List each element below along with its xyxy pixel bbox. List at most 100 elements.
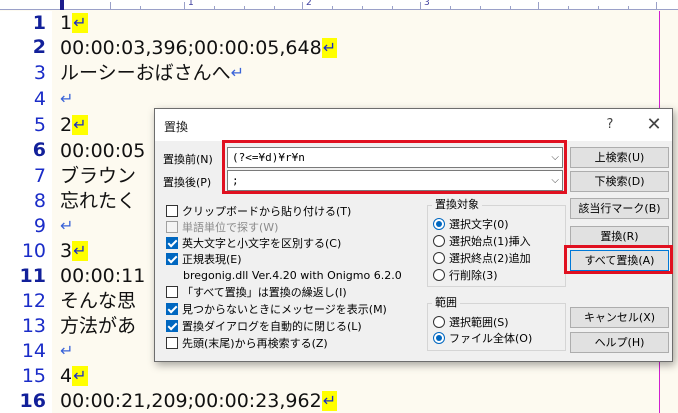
line-number: 7 — [33, 165, 46, 187]
line-text: 忘れたく — [60, 190, 137, 212]
line-number: 5 — [33, 114, 46, 136]
eol-mark: ↵ — [321, 391, 338, 411]
checkbox-label: 正規表現(E) — [182, 253, 242, 266]
close-icon[interactable]: ✕ — [644, 115, 664, 135]
text-line[interactable]: 00:00:05 — [60, 139, 145, 163]
radio-dot[interactable] — [433, 235, 445, 247]
help-icon[interactable]: ? — [601, 116, 619, 134]
ruler-tick — [244, 6, 245, 10]
checkbox-auto-close[interactable]: 置換ダイアログを自動的に閉じる(L) — [166, 320, 362, 334]
line-text: そんな思 — [60, 290, 137, 312]
text-line[interactable]: 2↵ — [60, 113, 88, 137]
line-number: 10 — [21, 240, 46, 262]
line-number: 1 — [32, 12, 46, 34]
radio-insert-start[interactable]: 選択始点(1)挿入 — [433, 235, 531, 249]
line-text: 方法があ — [60, 315, 137, 337]
mark-lines-button[interactable]: 該当行マーク(B) — [570, 198, 669, 219]
checkbox-label: 「すべて置換」は置換の繰返し(I) — [182, 286, 347, 299]
line-number: 4 — [33, 88, 46, 110]
replace-button[interactable]: 置換(R) — [570, 226, 669, 247]
checkbox-match-case[interactable]: 英大文字と小文字を区別する(C) — [166, 237, 341, 251]
line-number: 16 — [19, 390, 46, 412]
checkbox-label: 置換ダイアログを自動的に閉じる(L) — [182, 320, 362, 333]
dialog-titlebar[interactable]: 置換 ? ✕ — [155, 109, 672, 141]
range-label: 範囲 — [432, 297, 460, 309]
text-line[interactable]: 忘れたく — [60, 189, 136, 213]
checkbox-whole-word: 単語単位で探す(W) — [166, 221, 278, 235]
text-line[interactable]: ↵ — [60, 214, 73, 238]
line-number: 8 — [33, 190, 46, 212]
radio-append-end[interactable]: 選択終点(2)追加 — [433, 252, 531, 266]
cancel-button[interactable]: キャンセル(X) — [570, 307, 669, 328]
radio-selected-text[interactable]: 選択文字(0) — [433, 218, 509, 232]
radio-dot[interactable] — [433, 218, 445, 230]
radio-label: 選択範囲(S) — [449, 316, 509, 329]
text-line[interactable]: 3↵ — [60, 239, 88, 263]
radio-delete-line[interactable]: 行削除(3) — [433, 269, 498, 283]
ruler-tick — [184, 2, 185, 10]
search-up-button[interactable]: 上検索(U) — [570, 147, 669, 168]
ruler-tick — [274, 6, 275, 10]
line-number: 14 — [21, 340, 46, 362]
search-down-button[interactable]: 下検索(D) — [570, 171, 669, 192]
text-line[interactable]: 00:00:11 — [60, 264, 145, 288]
line-number: 6 — [32, 139, 46, 161]
radio-selection-range[interactable]: 選択範囲(S) — [433, 316, 509, 330]
ruler-tick — [302, 2, 303, 10]
text-line[interactable]: ルーシーおばさんへ↵ — [60, 61, 244, 85]
checkbox-label: 単語単位で探す(W) — [182, 221, 279, 234]
line-text: ブラウン — [60, 165, 137, 187]
radio-dot[interactable] — [433, 316, 445, 328]
checkbox-box[interactable] — [166, 286, 178, 298]
text-line[interactable]: そんな思 — [60, 289, 136, 313]
eol-mark: ↵ — [60, 341, 74, 360]
text-line[interactable]: ブラウン — [60, 164, 136, 188]
replace-dialog: 置換 ? ✕ 置換前(N) (?<=¥d)¥r¥n ⌵ 置換後(P) ; ⌵ ク… — [154, 108, 673, 362]
checkbox-box[interactable] — [166, 320, 178, 332]
checkbox-show-not-found[interactable]: 見つからないときにメッセージを表示(M) — [166, 303, 387, 317]
ruler-tick — [628, 6, 629, 10]
help-button[interactable]: ヘルプ(H) — [570, 332, 669, 353]
ruler-tick — [362, 6, 363, 10]
column-ruler: 1 2 3 — [0, 0, 678, 10]
ruler-tick — [538, 2, 539, 10]
checkbox-replace-all-repeat[interactable]: 「すべて置換」は置換の繰返し(I) — [166, 286, 347, 300]
checkbox-paste-clipboard[interactable]: クリップボードから貼り付ける(T) — [166, 205, 351, 219]
checkbox-box[interactable] — [166, 253, 178, 265]
dialog-title: 置換 — [164, 120, 189, 134]
checkbox-label: 見つからないときにメッセージを表示(M) — [182, 303, 387, 316]
radio-label: 選択終点(2)追加 — [449, 252, 531, 265]
line-number: 2 — [32, 36, 46, 58]
checkbox-regex[interactable]: 正規表現(E) — [166, 253, 242, 267]
text-line[interactable]: ↵ — [60, 339, 73, 363]
text-line[interactable]: 00:00:21,209;00:00:23,962↵ — [60, 389, 338, 413]
radio-dot[interactable] — [433, 269, 445, 281]
eol-mark: ↵ — [60, 216, 74, 235]
ruler-number: 1 — [188, 0, 194, 8]
checkbox-box[interactable] — [166, 205, 178, 217]
checkbox-box[interactable] — [166, 303, 178, 315]
radio-label: 行削除(3) — [449, 269, 498, 282]
text-line[interactable]: 00:00:03,396;00:00:05,648↵ — [60, 36, 338, 60]
line-text: 00:00:03,396;00:00:05,648 — [60, 37, 322, 59]
radio-dot[interactable] — [433, 332, 445, 344]
checkbox-box[interactable] — [166, 337, 178, 349]
line-text: 00:00:05 — [60, 140, 146, 162]
text-line[interactable]: 方法があ — [60, 314, 136, 338]
line-number: 13 — [21, 315, 46, 337]
text-line[interactable]: 4↵ — [60, 364, 88, 388]
line-number: 15 — [21, 365, 46, 387]
radio-dot[interactable] — [433, 252, 445, 264]
eol-mark: ↵ — [230, 63, 245, 82]
radio-label: 選択始点(1)挿入 — [449, 235, 531, 248]
checkbox-label: 英大文字と小文字を区別する(C) — [182, 237, 342, 250]
radio-whole-file[interactable]: ファイル全体(O) — [433, 332, 532, 346]
checkbox-label: クリップボードから貼り付ける(T) — [182, 205, 352, 218]
text-line[interactable]: ↵ — [60, 87, 73, 111]
ruler-number: 3 — [424, 0, 430, 8]
radio-label: 選択文字(0) — [449, 218, 509, 231]
eol-mark: ↵ — [72, 241, 88, 261]
checkbox-box[interactable] — [166, 237, 178, 249]
text-line[interactable]: 1↵ — [60, 11, 88, 35]
checkbox-wrap-search[interactable]: 先頭(末尾)から再検索する(Z) — [166, 337, 328, 351]
